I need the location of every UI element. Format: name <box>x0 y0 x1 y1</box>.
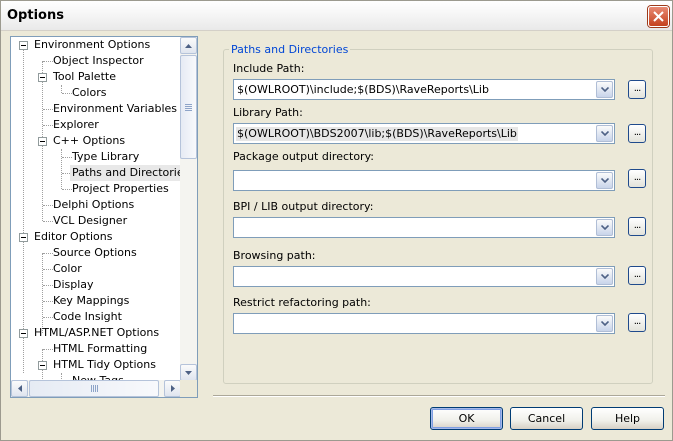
library-path-dropdown[interactable] <box>596 125 613 142</box>
tree-item-html-formatting[interactable]: HTML Formatting <box>51 341 149 357</box>
include-path-browse-button[interactable]: ... <box>628 80 646 99</box>
chevron-down-icon <box>600 178 609 183</box>
tree-item-vcl-designer[interactable]: VCL Designer <box>51 213 129 229</box>
chevron-down-icon <box>185 370 192 375</box>
chevron-up-icon <box>185 43 192 48</box>
window-title: Options <box>7 8 64 23</box>
chevron-left-icon <box>17 385 22 392</box>
tree-item-environment-options[interactable]: Environment Options <box>32 37 152 53</box>
group-title: Paths and Directories <box>229 43 351 56</box>
tree-item-cpp-options[interactable]: C++ Options <box>51 133 127 149</box>
include-path-value: $(OWLROOT)\include;$(BDS)\RaveReports\Li… <box>237 83 489 96</box>
tree-item-source-options[interactable]: Source Options <box>51 245 139 261</box>
close-button[interactable] <box>648 6 669 27</box>
restrict-refactoring-dropdown[interactable] <box>596 315 613 332</box>
library-path-label: Library Path: <box>233 106 303 119</box>
restrict-refactoring-combo[interactable] <box>233 313 615 334</box>
tree-vertical-scrollbar[interactable] <box>180 37 197 381</box>
restrict-refactoring-browse-button[interactable]: ... <box>628 313 646 332</box>
bpi-lib-output-label: BPI / LIB output directory: <box>233 200 374 213</box>
tree-item-environment-variables[interactable]: Environment Variables <box>51 101 179 117</box>
bpi-lib-output-combo[interactable] <box>233 217 615 238</box>
include-path-combo[interactable]: $(OWLROOT)\include;$(BDS)\RaveReports\Li… <box>233 79 615 100</box>
package-output-combo[interactable] <box>233 170 615 191</box>
tree-item-type-library[interactable]: Type Library <box>70 149 141 165</box>
include-path-label: Include Path: <box>233 62 305 75</box>
browsing-path-browse-button[interactable]: ... <box>628 266 646 285</box>
chevron-down-icon <box>600 225 609 230</box>
bpi-lib-output-value <box>236 221 238 235</box>
hscroll-thumb[interactable] <box>29 380 159 397</box>
tree-item-colors[interactable]: Colors <box>70 85 108 101</box>
scroll-down-button[interactable] <box>180 364 197 381</box>
grip-icon <box>91 385 98 392</box>
chevron-down-icon <box>600 274 609 279</box>
options-tree[interactable]: Environment Options Object Inspector Too… <box>10 36 198 398</box>
collapse-icon[interactable] <box>19 233 28 242</box>
package-output-dropdown[interactable] <box>596 172 613 189</box>
tree-item-delphi-options[interactable]: Delphi Options <box>51 197 136 213</box>
ok-button[interactable]: OK <box>430 407 503 430</box>
tree-item-explorer[interactable]: Explorer <box>51 117 101 133</box>
restrict-refactoring-label: Restrict refactoring path: <box>233 296 371 309</box>
browsing-path-combo[interactable] <box>233 266 615 287</box>
package-output-label: Package output directory: <box>233 150 374 163</box>
tree-item-project-properties[interactable]: Project Properties <box>70 181 171 197</box>
restrict-refactoring-value <box>236 317 238 331</box>
tree-item-html-aspnet-options[interactable]: HTML/ASP.NET Options <box>32 325 161 341</box>
scroll-left-button[interactable] <box>11 380 28 397</box>
bpi-lib-output-browse-button[interactable]: ... <box>628 217 646 236</box>
browsing-path-label: Browsing path: <box>233 249 316 262</box>
options-dialog: Options Environment Options Object Inspe… <box>0 0 673 441</box>
library-path-combo[interactable]: $(OWLROOT)\BDS2007\lib;$(BDS)\RaveReport… <box>233 123 615 144</box>
close-icon <box>653 11 664 22</box>
collapse-icon[interactable] <box>38 137 47 146</box>
cancel-button[interactable]: Cancel <box>510 407 583 430</box>
include-path-dropdown[interactable] <box>596 81 613 98</box>
tree-item-key-mappings[interactable]: Key Mappings <box>51 293 131 309</box>
tree-item-tool-palette[interactable]: Tool Palette <box>51 69 118 85</box>
scrollbar-corner <box>180 380 197 397</box>
bpi-lib-output-dropdown[interactable] <box>596 219 613 236</box>
library-path-browse-button[interactable]: ... <box>628 124 646 143</box>
package-output-browse-button[interactable]: ... <box>628 169 646 188</box>
tree-item-editor-options[interactable]: Editor Options <box>32 229 115 245</box>
collapse-icon[interactable] <box>38 361 47 370</box>
scroll-right-button[interactable] <box>164 380 181 397</box>
scroll-up-button[interactable] <box>180 37 197 54</box>
collapse-icon[interactable] <box>38 73 47 82</box>
tree-item-html-tidy-options[interactable]: HTML Tidy Options <box>51 357 158 373</box>
tree-item-code-insight[interactable]: Code Insight <box>51 309 124 325</box>
collapse-icon[interactable] <box>19 329 28 338</box>
separator <box>213 395 665 397</box>
grip-icon <box>185 104 192 111</box>
help-button[interactable]: Help <box>591 407 664 430</box>
tree-item-color[interactable]: Color <box>51 261 84 277</box>
package-output-value <box>236 174 238 188</box>
tree-item-display[interactable]: Display <box>51 277 96 293</box>
browsing-path-value <box>236 270 238 284</box>
chevron-down-icon <box>600 131 609 136</box>
browsing-path-dropdown[interactable] <box>596 268 613 285</box>
chevron-down-icon <box>600 87 609 92</box>
tree-horizontal-scrollbar[interactable] <box>11 380 181 397</box>
collapse-icon[interactable] <box>19 41 28 50</box>
chevron-right-icon <box>170 385 175 392</box>
library-path-value: $(OWLROOT)\BDS2007\lib;$(BDS)\RaveReport… <box>236 127 518 141</box>
tree-items: Environment Options Object Inspector Too… <box>11 37 181 381</box>
chevron-down-icon <box>600 321 609 326</box>
title-bar: Options <box>1 1 672 31</box>
tree-item-paths-and-directories[interactable]: Paths and Directories <box>70 165 181 181</box>
scroll-thumb[interactable] <box>180 55 197 159</box>
tree-item-object-inspector[interactable]: Object Inspector <box>51 53 146 69</box>
